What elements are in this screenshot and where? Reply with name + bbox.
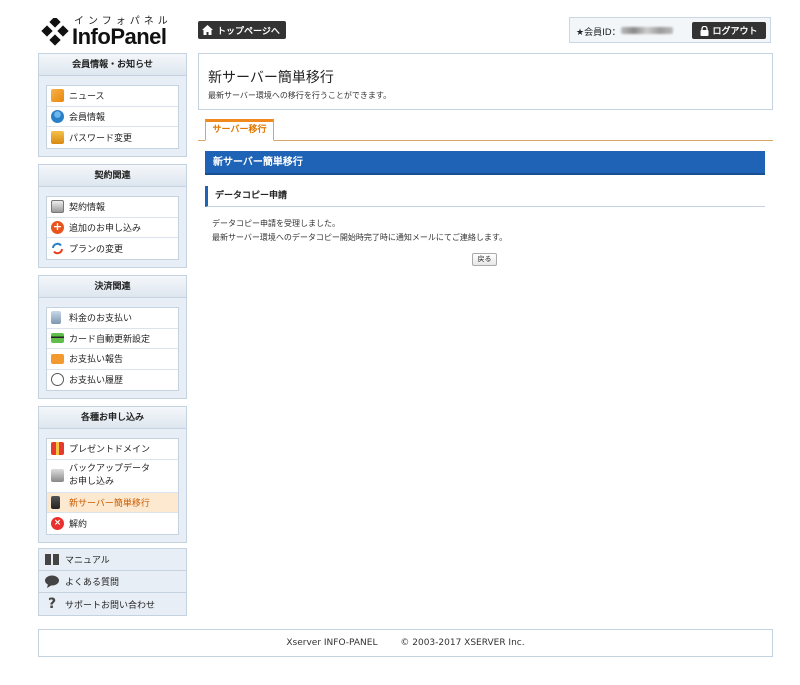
back-button[interactable]: 戻る [472, 253, 497, 266]
sidebar-item-label-line2: お申し込み [69, 476, 115, 487]
page-header: 新サーバー簡単移行 最新サーバー環境への移行を行うことができます。 [198, 53, 773, 110]
section-title-bar: 新サーバー簡単移行 [205, 151, 765, 175]
sidebar-item-card-auto-renew[interactable]: カード自動更新設定 [47, 329, 178, 349]
backup-icon [51, 469, 64, 482]
add-icon: + [51, 219, 64, 234]
page-description: 最新サーバー環境への移行を行うことができます。 [208, 91, 392, 100]
sidebar-link-faq[interactable]: よくある質問 [39, 571, 186, 593]
logo-name: InfoPanel [72, 24, 167, 49]
lock-icon [700, 25, 709, 36]
sidebar-item-backup-data[interactable]: バックアップデータ お申し込み [47, 460, 178, 493]
top-page-label: トップページへ [217, 26, 280, 37]
sidebar-item-label: 契約情報 [69, 203, 106, 214]
tab-underline [198, 140, 773, 141]
sidebar-links: マニュアル よくある質問 ? サポートお問い合わせ [38, 548, 187, 616]
book-icon [45, 554, 59, 565]
sidebar-item-label-wrap: バックアップデータ お申し込み [69, 463, 150, 489]
sidebar-section-member: 会員情報・お知らせ ニュース 会員情報 パスワード変更 [38, 53, 187, 157]
logo-diamond-icon [41, 18, 69, 46]
sidebar-list: 料金のお支払い カード自動更新設定 お支払い報告 お支払い履歴 [46, 307, 179, 391]
page-title: 新サーバー簡単移行 [208, 70, 334, 86]
sidebar-item-label: 解約 [69, 519, 88, 530]
sidebar-item-pay-fees[interactable]: 料金のお支払い [47, 308, 178, 329]
cancel-icon: × [51, 516, 64, 530]
sidebar-section-title: 契約関連 [39, 165, 186, 187]
sidebar-item-label: プレゼントドメイン [69, 445, 151, 456]
calculator-icon [51, 311, 61, 325]
gift-icon [51, 442, 64, 456]
infopanel-logo[interactable]: インフォパネル InfoPanel [38, 12, 178, 49]
message-line-1: データコピー申請を受理しました。 [212, 219, 340, 228]
question-icon: ? [47, 595, 57, 612]
sidebar-item-label: 追加のお申し込み [69, 223, 142, 234]
sidebar-section-applications: 各種お申し込み プレゼントドメイン バックアップデータ お申し込み 新サーバー簡… [38, 406, 187, 543]
sidebar-item-label: プランの変更 [69, 244, 124, 255]
change-icon [52, 242, 63, 254]
tab-server-migration[interactable]: サーバー移行 [205, 119, 274, 141]
sidebar-item-payment-report[interactable]: お支払い報告 [47, 349, 178, 370]
message-line-2: 最新サーバー環境へのデータコピー開始時完了時に通知メールにてご連絡します。 [212, 233, 508, 242]
sidebar-item-label: 新サーバー簡単移行 [69, 498, 150, 509]
logout-label: ログアウト [712, 27, 758, 37]
sidebar-item-label: 料金のお支払い [69, 314, 133, 325]
sidebar-item-plan-change[interactable]: プランの変更 [47, 238, 178, 259]
sidebar-item-label: カード自動更新設定 [69, 334, 151, 345]
footer: Xserver INFO-PANEL © 2003-2017 XSERVER I… [38, 629, 773, 657]
sidebar-item-cancellation[interactable]: × 解約 [47, 513, 178, 534]
sidebar-link-label: よくある質問 [65, 578, 120, 588]
key-icon [51, 130, 64, 144]
card-icon [51, 333, 64, 344]
clock-icon [51, 373, 64, 387]
member-id-label: ★会員ID： [576, 28, 621, 38]
sidebar-item-label: お支払い報告 [69, 355, 124, 366]
sidebar-item-server-migration[interactable]: 新サーバー簡単移行 [47, 492, 178, 513]
home-icon [202, 25, 213, 35]
user-icon [51, 109, 64, 123]
sidebar-item-payment-history[interactable]: お支払い履歴 [47, 370, 178, 391]
sidebar-item-label: バックアップデータ [69, 463, 151, 474]
sidebar-section-contract: 契約関連 契約情報 + 追加のお申し込み プランの変更 [38, 164, 187, 268]
sidebar-link-support[interactable]: ? サポートお問い合わせ [39, 593, 186, 615]
sidebar-item-label: パスワード変更 [69, 133, 133, 144]
sidebar-item-contract-info[interactable]: 契約情報 [47, 197, 178, 218]
contract-icon [51, 200, 64, 214]
sidebar-item-member-info[interactable]: 会員情報 [47, 107, 178, 127]
sidebar-item-label: お支払い履歴 [69, 376, 124, 387]
sidebar-link-label: サポートお問い合わせ [65, 600, 156, 611]
footer-product: Xserver INFO-PANEL [286, 638, 378, 648]
news-icon [51, 89, 64, 103]
sidebar-item-additional[interactable]: + 追加のお申し込み [47, 218, 178, 238]
member-id-value-redacted [621, 27, 673, 34]
sidebar-list: プレゼントドメイン バックアップデータ お申し込み 新サーバー簡単移行 × 解約 [46, 438, 179, 535]
server-icon [51, 495, 60, 509]
sidebar-item-present-domain[interactable]: プレゼントドメイン [47, 439, 178, 460]
sidebar-section-payment: 決済関連 料金のお支払い カード自動更新設定 お支払い報告 お支払い履歴 [38, 275, 187, 399]
subsection-title: データコピー申請 [205, 186, 765, 207]
footer-copyright: © 2003-2017 XSERVER Inc. [400, 638, 525, 648]
sidebar-item-password[interactable]: パスワード変更 [47, 127, 178, 148]
top-page-button[interactable]: トップページへ [198, 21, 286, 39]
sidebar-section-title: 会員情報・お知らせ [39, 54, 186, 76]
sidebar-link-label: マニュアル [65, 556, 110, 566]
sidebar-item-label: 会員情報 [69, 112, 106, 123]
sidebar-link-manual[interactable]: マニュアル [39, 549, 186, 571]
sidebar-section-title: 決済関連 [39, 276, 186, 298]
sidebar-item-label: ニュース [69, 92, 105, 103]
sidebar-section-title: 各種お申し込み [39, 407, 186, 429]
logout-button[interactable]: ログアウト [692, 22, 766, 39]
sidebar-list: 契約情報 + 追加のお申し込み プランの変更 [46, 196, 179, 260]
speech-bubble-icon [45, 575, 59, 588]
sidebar-list: ニュース 会員情報 パスワード変更 [46, 85, 179, 149]
report-icon [51, 353, 64, 364]
member-info: ★会員ID： ログアウト [569, 17, 771, 43]
sidebar-item-news[interactable]: ニュース [47, 86, 178, 107]
